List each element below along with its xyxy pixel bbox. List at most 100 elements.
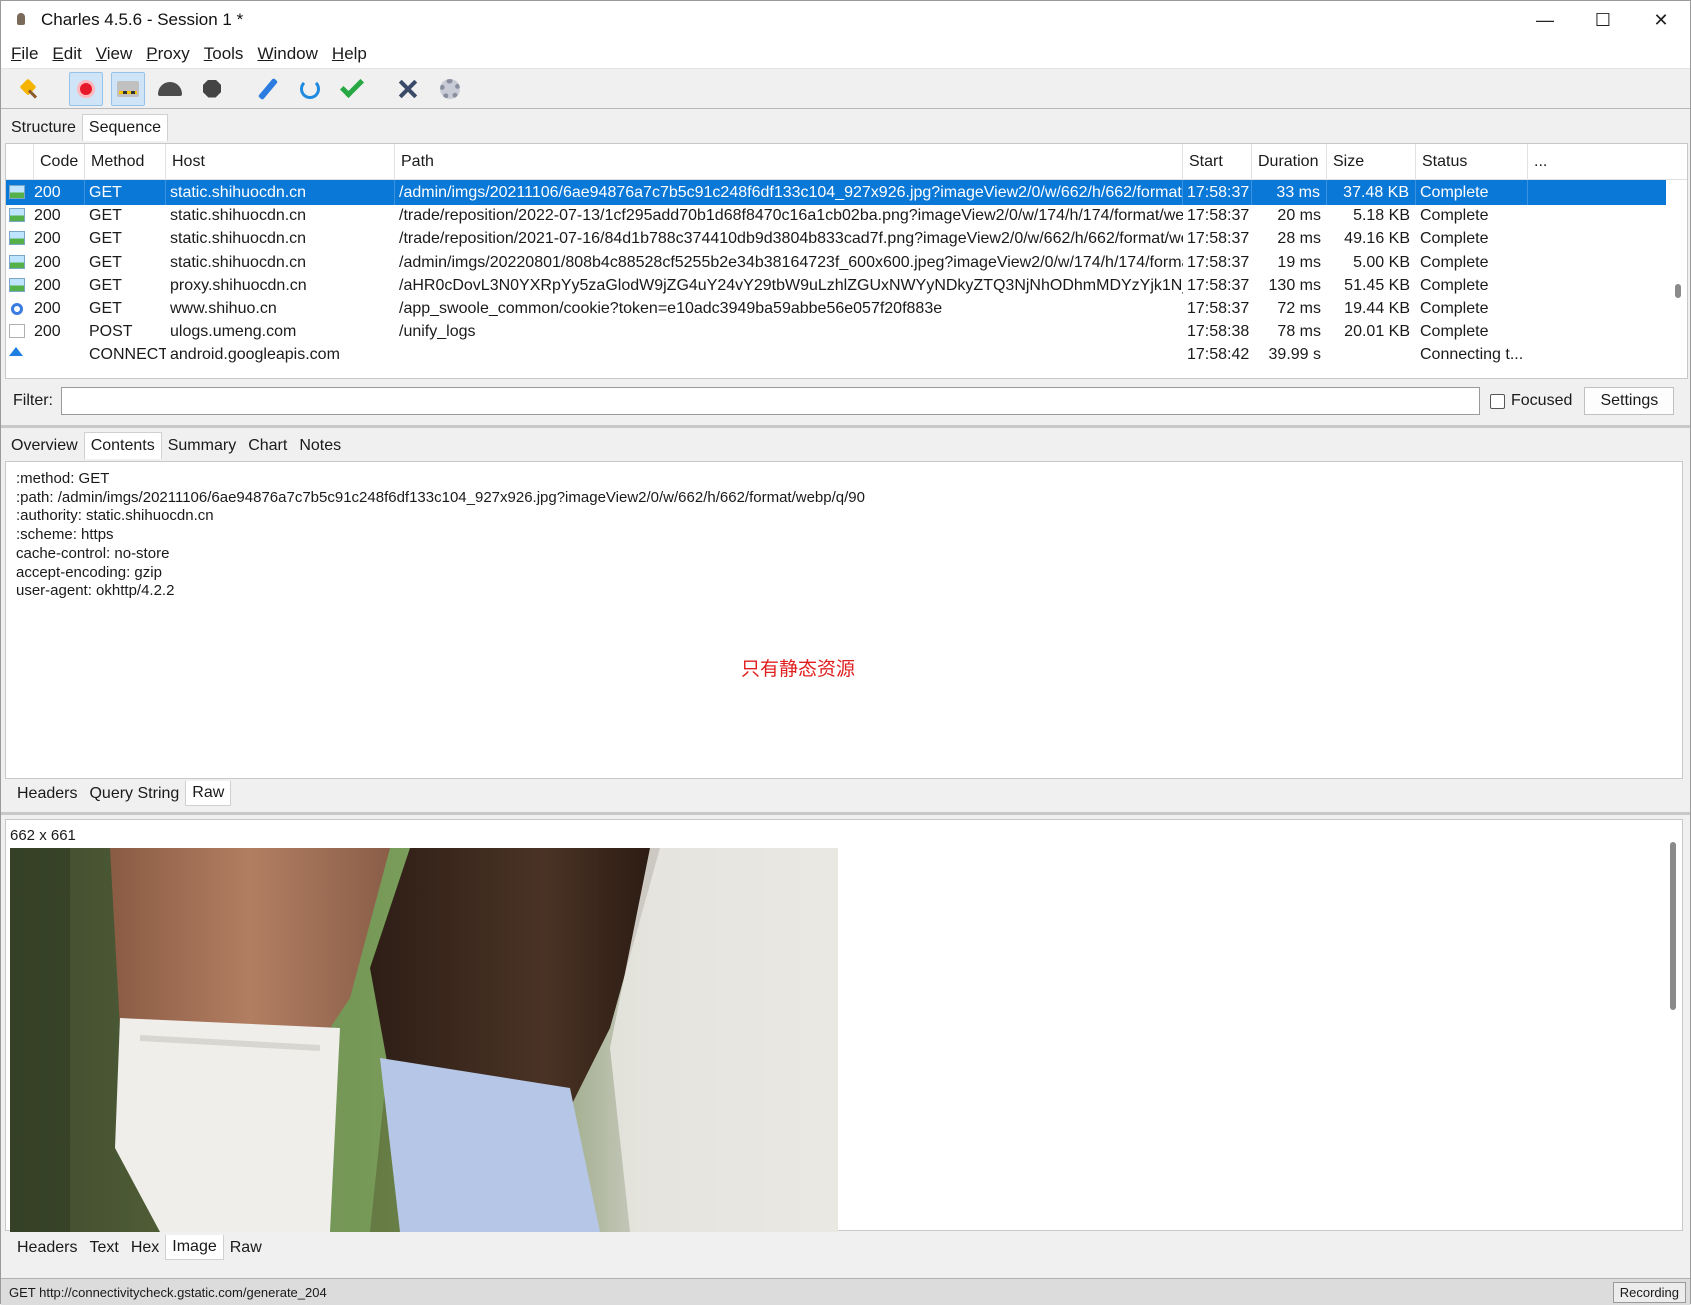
cell-start: 17:58:38: [1187, 323, 1250, 341]
table-row[interactable]: 200 GET www.shihuo.cn/app_swoole_common/co…: [6, 296, 1666, 321]
col-status[interactable]: Status: [1416, 144, 1528, 180]
menu-tools[interactable]: Tools: [204, 44, 244, 64]
tab-notes[interactable]: Notes: [293, 433, 347, 459]
menu-bar: File Edit View Proxy Tools Window Help: [1, 39, 1690, 69]
throttle-button[interactable]: [153, 72, 187, 106]
table-row[interactable]: 200 POST ulogs.umeng.com/unify_logs 17:58:3…: [6, 319, 1666, 344]
tab-structure[interactable]: Structure: [5, 115, 82, 141]
tab-response-hex[interactable]: Hex: [125, 1236, 165, 1260]
maximize-button[interactable]: ☐: [1574, 1, 1632, 39]
request-line: :authority: static.shihuocdn.cn: [16, 507, 214, 525]
close-button[interactable]: ✕: [1632, 1, 1690, 39]
document-icon: [9, 324, 25, 339]
col-size[interactable]: Size: [1327, 144, 1416, 180]
filter-settings-button[interactable]: Settings: [1584, 387, 1675, 415]
menu-edit[interactable]: Edit: [52, 44, 81, 64]
clear-session-button[interactable]: [13, 72, 47, 106]
focused-label: Focused: [1511, 392, 1573, 409]
breakpoints-button[interactable]: [195, 72, 229, 106]
table-scrollbar-thumb[interactable]: [1675, 284, 1681, 298]
settings-icon: [440, 78, 460, 99]
col-code[interactable]: Code: [34, 144, 85, 180]
request-headers-text: :method: GET :path: /admin/imgs/20211106…: [16, 470, 865, 601]
cell-duration: 33 ms: [1252, 180, 1327, 205]
response-image: [10, 848, 838, 1232]
cell-size: 20.01 KB: [1344, 323, 1410, 341]
response-view-tabs: Headers Text Hex Image Raw: [11, 1232, 268, 1260]
menu-help-label: elp: [344, 43, 367, 63]
image-file-icon: [9, 185, 25, 199]
cell-host: proxy.shihuocdn.cn: [170, 276, 307, 294]
request-line: accept-encoding: gzip: [16, 563, 162, 581]
tab-response-text[interactable]: Text: [83, 1236, 124, 1260]
menu-tools-mnemonic: T: [203, 43, 213, 63]
col-path[interactable]: Path: [395, 144, 1183, 180]
validate-button[interactable]: [335, 72, 369, 106]
cell-status: Complete: [1420, 323, 1489, 341]
tools-button[interactable]: [391, 72, 425, 106]
tab-contents[interactable]: Contents: [83, 432, 162, 459]
focused-checkbox[interactable]: Focused: [1490, 392, 1572, 410]
tab-chart[interactable]: Chart: [242, 433, 293, 459]
ssl-proxy-icon: [117, 80, 139, 97]
cell-status: Complete: [1416, 180, 1528, 205]
tab-response-headers[interactable]: Headers: [11, 1236, 83, 1260]
title-bar: Charles 4.5.6 - Session 1 * — ☐ ✕: [1, 1, 1690, 39]
menu-file-label: ile: [21, 43, 39, 63]
col-method[interactable]: Method: [85, 144, 166, 180]
image-file-icon: [9, 208, 25, 223]
cell-code: 200: [34, 207, 61, 225]
col-start[interactable]: Start: [1183, 144, 1252, 180]
tab-request-headers[interactable]: Headers: [11, 782, 83, 806]
tab-sequence[interactable]: Sequence: [81, 114, 168, 141]
menu-window[interactable]: Window: [257, 44, 317, 64]
recording-indicator[interactable]: Recording: [1612, 1282, 1686, 1303]
table-row[interactable]: 200 GET static.shihuocdn.cn/admin/imgs/202…: [6, 180, 1666, 205]
detail-splitter[interactable]: [1, 812, 1690, 815]
tab-overview[interactable]: Overview: [5, 433, 84, 459]
compose-icon: [257, 77, 279, 100]
tab-request-raw[interactable]: Raw: [185, 781, 232, 806]
cell-duration: 72 ms: [1277, 300, 1321, 317]
menu-edit-mnemonic: E: [52, 43, 64, 63]
cell-start: 17:58:37: [1187, 230, 1250, 248]
cell-code: 200: [34, 253, 61, 271]
response-scrollbar-thumb[interactable]: [1670, 842, 1676, 1010]
cell-status: Complete: [1420, 300, 1489, 317]
window-title: Charles 4.5.6 - Session 1 *: [41, 10, 244, 29]
col-host[interactable]: Host: [166, 144, 395, 180]
record-icon: [77, 79, 95, 98]
table-row[interactable]: 200 GET static.shihuocdn.cn/trade/repositi…: [6, 226, 1666, 251]
minimize-button[interactable]: —: [1516, 1, 1574, 39]
compose-button[interactable]: [251, 72, 285, 106]
repeat-button[interactable]: [293, 72, 327, 106]
table-row[interactable]: 200 GET proxy.shihuocdn.cn/aHR0cDovL3N0YXR…: [6, 273, 1666, 298]
request-raw-pane[interactable]: :method: GET :path: /admin/imgs/20211106…: [5, 461, 1683, 779]
tab-response-image[interactable]: Image: [165, 1235, 224, 1260]
tab-summary[interactable]: Summary: [162, 433, 242, 459]
filter-input[interactable]: [61, 387, 1480, 415]
menu-file[interactable]: File: [11, 44, 38, 64]
cell-host: www.shihuo.cn: [170, 300, 277, 317]
cell-path: /unify_logs: [399, 323, 476, 341]
menu-proxy[interactable]: Proxy: [146, 44, 189, 64]
col-icon[interactable]: [6, 144, 34, 180]
pane-splitter[interactable]: [1, 425, 1690, 428]
settings-toolbar-button[interactable]: [433, 72, 467, 106]
ssl-proxying-button[interactable]: [111, 71, 145, 106]
request-line: user-agent: okhttp/4.2.2: [16, 582, 175, 600]
table-row[interactable]: CONNECT android.googleapis.com 17:58:42 39.…: [6, 342, 1666, 367]
menu-proxy-label: roxy: [157, 43, 190, 63]
cell-status: Complete: [1420, 230, 1489, 248]
record-button[interactable]: [69, 71, 103, 106]
tab-request-query-string[interactable]: Query String: [83, 782, 185, 806]
image-file-icon: [9, 254, 25, 269]
menu-view[interactable]: View: [96, 44, 133, 64]
cell-path: [395, 342, 1183, 367]
menu-help[interactable]: Help: [332, 44, 367, 64]
tab-response-raw[interactable]: Raw: [224, 1236, 268, 1260]
col-duration[interactable]: Duration: [1252, 144, 1327, 180]
table-row[interactable]: 200 GET static.shihuocdn.cn/admin/imgs/202…: [6, 250, 1666, 275]
col-more[interactable]: ...: [1528, 144, 1568, 180]
table-row[interactable]: 200 GET static.shihuocdn.cn/trade/repositi…: [6, 203, 1666, 228]
